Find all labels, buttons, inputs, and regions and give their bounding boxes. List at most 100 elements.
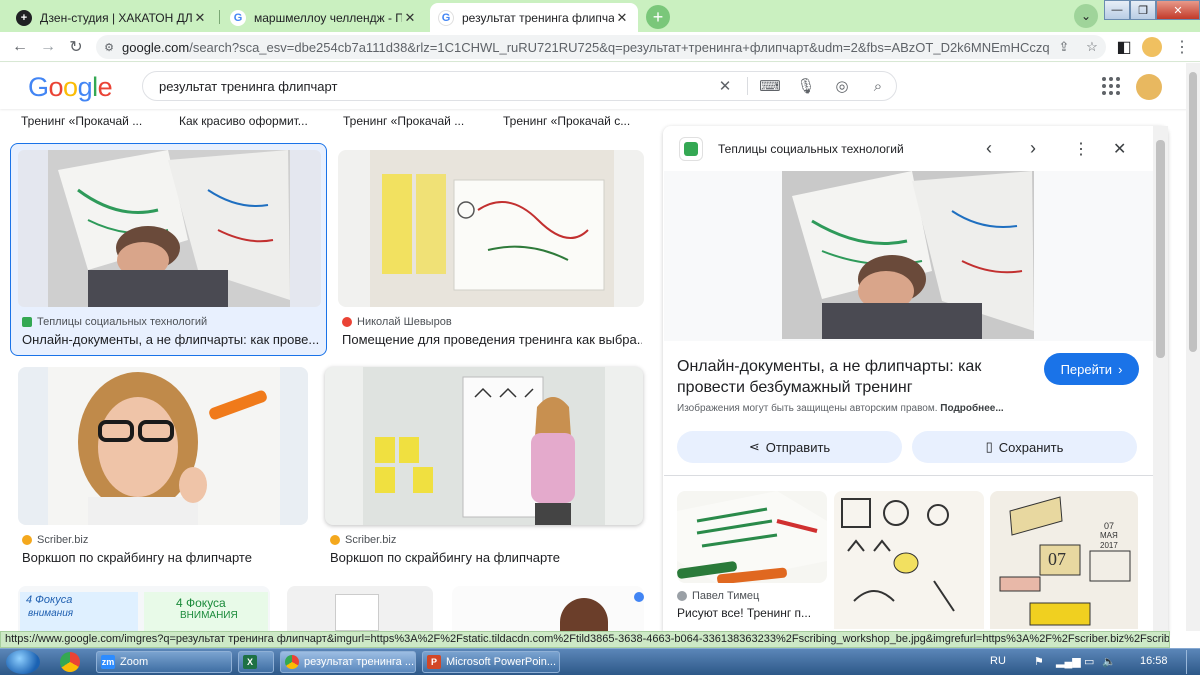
result-caption-top-2[interactable]: Как красиво оформит...	[179, 114, 324, 128]
tab-active-search[interactable]: G результат тренинга флипчарт - ✕	[430, 3, 638, 32]
signal-icon[interactable]: ▂▄▆	[1056, 655, 1081, 668]
image-text: 2017	[1100, 541, 1118, 550]
scribing-sheets-image	[677, 491, 827, 583]
result-caption-2[interactable]: Помещение для проведения тренинга как вы…	[342, 332, 642, 347]
taskbar-powerpoint[interactable]: P Microsoft PowerPoin...	[422, 651, 560, 673]
source-favicon-icon	[342, 317, 352, 327]
related-image-2[interactable]	[834, 491, 984, 629]
source-name: Scriber.biz	[37, 534, 89, 546]
powerpoint-icon: P	[427, 655, 441, 669]
visit-button[interactable]: Перейти ›	[1044, 353, 1139, 385]
close-icon[interactable]: ✕	[192, 10, 208, 26]
maximize-button[interactable]: ❐	[1130, 0, 1156, 20]
taskbar-zoom[interactable]: zm Zoom	[96, 651, 232, 673]
url-path: /search?sca_esv=dbe254cb7a111d38&rlz=1C1…	[189, 39, 1050, 55]
copyright-more-link[interactable]: Подробнее...	[940, 403, 1003, 414]
share-button[interactable]: ⋖ Отправить	[677, 431, 902, 463]
save-button[interactable]: ▯ Сохранить	[912, 431, 1137, 463]
site-info-icon[interactable]: ⚙	[96, 41, 122, 54]
panel-prev-chevron-icon[interactable]: ‹	[986, 138, 992, 159]
related-image-3[interactable]: 07 МАЯ 2017 07	[990, 491, 1138, 629]
address-bar[interactable]: ⚙ google.com/search?sca_esv=dbe254cb7a11…	[96, 35, 1106, 59]
lens-camera-icon[interactable]: ◎	[824, 72, 860, 100]
result-image-1[interactable]	[18, 150, 321, 307]
source-name: Scriber.biz	[345, 534, 397, 546]
panel-divider	[664, 475, 1153, 476]
google-favicon-icon: G	[438, 9, 454, 26]
search-input[interactable]	[143, 78, 707, 94]
tab-marshmallow[interactable]: G маршмеллоу челлендж - Поиск ✕	[222, 3, 426, 32]
show-desktop-button[interactable]	[1186, 650, 1198, 674]
new-tab-button[interactable]: +	[646, 5, 670, 29]
panel-more-icon[interactable]: ⋮	[1073, 139, 1089, 159]
panel-next-chevron-icon[interactable]: ›	[1030, 138, 1036, 159]
tab-search-chevron-icon[interactable]: ⌄	[1074, 4, 1098, 28]
keyboard-icon[interactable]: ⌨	[752, 72, 788, 100]
search-divider	[747, 77, 748, 95]
volume-icon[interactable]: 🔈	[1102, 655, 1116, 668]
taskbar-label: результат тренинга ...	[304, 656, 415, 668]
result-image-6[interactable]	[287, 586, 433, 631]
reload-icon[interactable]: ↻	[66, 37, 86, 57]
google-logo[interactable]: Google	[28, 72, 113, 103]
ad-choices-icon[interactable]	[634, 592, 644, 602]
close-icon[interactable]: ✕	[614, 10, 630, 26]
sidepanel-icon[interactable]: ◧	[1114, 37, 1134, 57]
panel-source-favicon-icon	[679, 137, 703, 161]
share-page-icon[interactable]: ⇪	[1050, 39, 1078, 55]
start-button[interactable]	[6, 650, 40, 674]
result-caption-1[interactable]: Онлайн-документы, а не флипчарты: как пр…	[22, 332, 320, 347]
result-image-2[interactable]	[338, 150, 644, 307]
account-avatar[interactable]	[1136, 74, 1162, 100]
source-name: Николай Шевыров	[357, 316, 452, 328]
panel-source-name[interactable]: Теплицы социальных технологий	[718, 142, 904, 156]
forward-arrow-icon[interactable]: →	[38, 37, 58, 57]
flipchart-wall-image	[370, 150, 614, 307]
related-source-1: Павел Тимец	[677, 590, 759, 602]
panel-close-icon[interactable]: ✕	[1113, 139, 1126, 159]
tab-title: Дзен-студия | ХАКАТОН ДЛЯ ЛС	[40, 10, 192, 25]
screen: + Дзен-студия | ХАКАТОН ДЛЯ ЛС ✕ G маршм…	[0, 0, 1200, 675]
result-caption-3[interactable]: Воркшоп по скрайбингу на флипчарте	[22, 550, 312, 565]
tab-dzen-studio[interactable]: + Дзен-студия | ХАКАТОН ДЛЯ ЛС ✕	[8, 3, 216, 32]
panel-main-image[interactable]	[782, 171, 1034, 339]
clock[interactable]: 16:58	[1140, 655, 1168, 667]
related-caption-1[interactable]: Рисуют все! Тренинг п...	[677, 606, 822, 620]
taskbar-excel[interactable]: X	[238, 651, 274, 673]
result-caption-4[interactable]: Воркшоп по скрайбингу на флипчарте	[330, 550, 640, 565]
result-image-7[interactable]	[452, 586, 644, 631]
result-source-2: Николай Шевыров	[342, 316, 452, 328]
taskbar-chrome-window[interactable]: результат тренинга ...	[280, 651, 416, 673]
menu-dots-icon[interactable]: ⋮	[1172, 37, 1192, 57]
result-image-4[interactable]	[325, 367, 643, 525]
woman-at-flipchart-image	[363, 367, 605, 525]
result-caption-top-1[interactable]: Тренинг «Прокачай ...	[21, 114, 161, 128]
close-icon[interactable]: ✕	[402, 10, 418, 26]
panel-title[interactable]: Онлайн-документы, а не флипчарты: как пр…	[677, 356, 1037, 398]
clear-search-icon[interactable]: ✕	[707, 72, 743, 100]
result-image-3[interactable]	[18, 367, 308, 525]
window-close-button[interactable]: ✕	[1156, 0, 1200, 20]
person-on-flipcharts-large-image	[782, 171, 1034, 339]
apps-grid-icon[interactable]	[1102, 77, 1120, 95]
result-source-1: Теплицы социальных технологий	[22, 316, 207, 328]
result-image-5[interactable]: 4 Фокуса внимания 4 Фокуса ВНИМАНИЯ	[18, 586, 270, 631]
flag-icon[interactable]: ⚑	[1034, 655, 1044, 668]
google-favicon-icon: G	[230, 9, 246, 26]
profile-avatar[interactable]	[1142, 37, 1162, 57]
minimize-button[interactable]: —	[1104, 0, 1130, 20]
microphone-icon[interactable]: 🎙	[788, 72, 824, 100]
bookmark-star-icon[interactable]: ☆	[1078, 39, 1106, 55]
result-caption-top-3[interactable]: Тренинг «Прокачай ...	[343, 114, 483, 128]
image-text: 4 Фокуса	[26, 594, 73, 606]
related-image-1[interactable]	[677, 491, 827, 583]
language-indicator[interactable]: RU	[990, 655, 1006, 667]
search-icon[interactable]: ⌕	[860, 72, 896, 100]
panel-scrollbar-thumb[interactable]	[1156, 140, 1165, 358]
chrome-pinned-icon[interactable]	[60, 652, 80, 672]
back-arrow-icon[interactable]: ←	[10, 37, 30, 57]
result-caption-top-4[interactable]: Тренинг «Прокачай с...	[503, 114, 643, 128]
page-scrollbar-thumb[interactable]	[1189, 72, 1197, 352]
woman-with-marker-image	[48, 367, 280, 525]
battery-icon[interactable]: ▭	[1084, 655, 1094, 668]
